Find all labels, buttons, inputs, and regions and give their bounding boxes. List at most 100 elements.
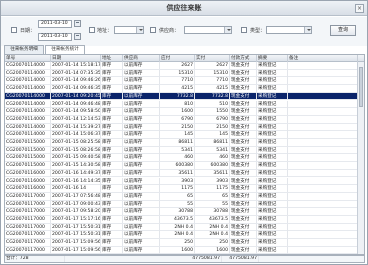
- table-row[interactable]: CG20070114000 2007-01-14 09:58:50 库存 以前库存 16…: [5, 108, 364, 116]
- cell-summary: 采购登记: [257, 85, 288, 93]
- table-row[interactable]: CG20070117000 2007-01-17 15:50:31 库存 以前库存 2N…: [5, 231, 364, 240]
- table-row[interactable]: CG20070116000 2007-01-16 14:49:37 库存 以前库存 35…: [5, 169, 364, 178]
- cell-location: 库存: [101, 200, 123, 208]
- table-row[interactable]: CG20070114000 2007-01-14 15:06:37 库存 以前库存 14…: [5, 131, 364, 139]
- cell-payment-method: 现金支付: [230, 246, 257, 254]
- table-row[interactable]: CG20070117000 2007-01-17 15:09:56 库存 以前库存 16…: [5, 246, 364, 254]
- table-row[interactable]: CG20070114000 2007-01-14 09:46:35 库存 以前库存 42…: [5, 85, 364, 93]
- column-header-remark[interactable]: 备注: [288, 55, 358, 62]
- column-header-date[interactable]: 日期: [51, 55, 101, 62]
- table-row[interactable]: CG20070114000 2007-01-14 09:46:26 库存 以前库存 77…: [5, 77, 364, 86]
- table-row[interactable]: CG20070114000 2007-01-14 07:35:35 库存 以前库存 15…: [5, 69, 364, 78]
- scrollbar-thumb[interactable]: [359, 67, 363, 107]
- query-button[interactable]: 查询: [330, 25, 356, 36]
- cell-remark: [288, 177, 358, 185]
- cell-summary: 采购登记: [257, 77, 288, 85]
- cell-remark: [288, 69, 358, 77]
- cell-payment-method: 现金支付: [230, 223, 257, 231]
- cell-remark: [288, 92, 358, 100]
- cell-payment-method: 现金支付: [230, 185, 257, 193]
- cell-payable: 2NH 0.4: [160, 231, 195, 239]
- cell-order-no: CG20070114000: [5, 69, 51, 77]
- column-header-order-no[interactable]: 单号: [5, 55, 51, 62]
- cell-payment-method: 现金支付: [230, 239, 257, 247]
- cell-remark: [288, 216, 358, 223]
- cell-payment-method: 现金支付: [230, 100, 257, 108]
- table-row[interactable]: CG20070115000 2007-01-15 08:26:58 库存 以前库存 53…: [5, 146, 364, 155]
- cell-payable: 86811: [160, 139, 195, 146]
- tab-summary[interactable]: 往来帐务统计: [45, 45, 85, 54]
- cell-location: 库存: [101, 246, 123, 254]
- date-from-calendar-icon[interactable]: [74, 20, 81, 27]
- cell-paid: 43673.5: [195, 216, 230, 223]
- column-header-payable[interactable]: 应付: [160, 55, 195, 62]
- vertical-scrollbar[interactable]: [357, 62, 364, 254]
- column-header-payment-method[interactable]: 付款方式: [230, 55, 257, 62]
- cell-date: 2007-01-17 15:50:31: [52, 223, 101, 231]
- cell-paid: 600380: [195, 162, 230, 170]
- table-row[interactable]: CG20070117000 2007-01-17 15:17:16 库存 以前库存 43…: [5, 216, 364, 224]
- table-row[interactable]: CG20070117000 2007-01-17 09:00:43 库存 以前库存 55…: [5, 200, 364, 209]
- table-row[interactable]: CG20070117000 2007-01-17 09:58:20 库存 以前库存 30…: [5, 208, 364, 216]
- cell-remark: [288, 239, 358, 247]
- location-dropdown[interactable]: [114, 26, 144, 34]
- table-row[interactable]: CG20070115000 2007-01-15 09:40:58 库存 以前库存 46…: [5, 154, 364, 163]
- cell-payment-method: 现金支付: [230, 123, 257, 131]
- date-from-field[interactable]: 2011-03-10: [38, 20, 72, 28]
- cell-payment-method: 现金支付: [230, 146, 257, 154]
- cell-order-no: CG20070114000: [5, 92, 51, 100]
- tab-detail[interactable]: 往来帐务明细: [4, 45, 44, 54]
- location-checkbox[interactable]: [89, 27, 95, 33]
- supplier-checkbox[interactable]: [150, 27, 156, 33]
- cell-summary: 采购登记: [257, 169, 288, 177]
- close-button[interactable]: ×: [355, 4, 364, 13]
- cell-remark: [288, 192, 358, 200]
- cell-remark: [288, 246, 358, 254]
- table-row[interactable]: CG20070115000 2007-01-15 08:25:58 库存 以前库存 86…: [5, 139, 364, 147]
- cell-payment-method: 现金支付: [230, 192, 257, 200]
- cell-paid: 86811: [195, 139, 230, 146]
- cell-payable: 145: [160, 131, 195, 139]
- table-row[interactable]: CG20070114000 2007-01-14 09:46:48 库存 以前库存 81…: [5, 100, 364, 109]
- category-dropdown[interactable]: [266, 26, 312, 34]
- cell-date: 2007-01-14 09:58:50: [52, 108, 101, 116]
- table-row[interactable]: CG20070116000 2007-01-16 14 库存 以前库存 1175 1175…: [5, 185, 364, 193]
- cell-paid: 1175: [195, 185, 230, 193]
- cell-paid: 35611: [195, 169, 230, 177]
- cell-paid: 145: [195, 131, 230, 139]
- cell-order-no: CG20070114000: [5, 62, 51, 69]
- date-to-field[interactable]: 2011-03-10: [38, 33, 72, 41]
- column-header-summary[interactable]: 摘要: [257, 55, 288, 62]
- cell-payment-method: 现金支付: [230, 177, 257, 185]
- total-paid: 4775081.97: [222, 256, 259, 262]
- table-row[interactable]: CG20070115000 2007-01-15 14:30:58 库存 以前库存 60…: [5, 162, 364, 170]
- cell-payable: 250: [160, 239, 195, 247]
- table-row[interactable]: CG20070114000 2007-01-14 09:20:45 库存 以前库存 77…: [5, 92, 364, 101]
- cell-payable: 30788: [160, 208, 195, 216]
- cell-supplier: 以前库存: [123, 231, 160, 239]
- column-header-location[interactable]: 地址: [101, 55, 123, 62]
- table-row[interactable]: CG20070114000 2007-01-14 15:39:27 库存 以前库存 21…: [5, 123, 364, 132]
- table-row[interactable]: CG20070114000 2007-01-14 15:18:17 库存 以前库存 26…: [5, 62, 364, 70]
- column-header-paid[interactable]: 实付: [195, 55, 230, 62]
- column-header-supplier[interactable]: 供应商: [123, 55, 160, 62]
- supplier-dropdown[interactable]: [184, 26, 232, 34]
- chevron-down-icon: [224, 27, 231, 33]
- cell-supplier: 以前库存: [123, 192, 160, 200]
- cell-summary: 采购登记: [257, 246, 288, 254]
- cell-paid: 5341: [195, 146, 230, 154]
- category-checkbox[interactable]: [241, 27, 247, 33]
- date-checkbox[interactable]: [11, 27, 17, 33]
- date-to-calendar-icon[interactable]: [74, 33, 81, 40]
- cell-location: 库存: [101, 146, 123, 154]
- cell-order-no: CG20070114000: [5, 100, 51, 108]
- table-row[interactable]: CG20070117000 2007-01-17 07:56:48 库存 以前库存 65…: [5, 192, 364, 201]
- cell-supplier: 以前库存: [123, 139, 160, 146]
- cell-location: 库存: [101, 77, 123, 85]
- cell-payment-method: 现金支付: [230, 69, 257, 77]
- table-row[interactable]: CG20070117000 2007-01-17 15:50:31 库存 以前库存 2N…: [5, 223, 364, 232]
- table-row[interactable]: CG20070114000 2007-01-14 12:14:53 库存 以前库存 67…: [5, 115, 364, 124]
- table-row[interactable]: CG20070117000 2007-01-17 15:09:56 库存 以前库存 25…: [5, 239, 364, 247]
- table-row[interactable]: CG20070116000 2007-01-16 14:14:35 库存 以前库存 39…: [5, 177, 364, 186]
- cell-remark: [288, 108, 358, 116]
